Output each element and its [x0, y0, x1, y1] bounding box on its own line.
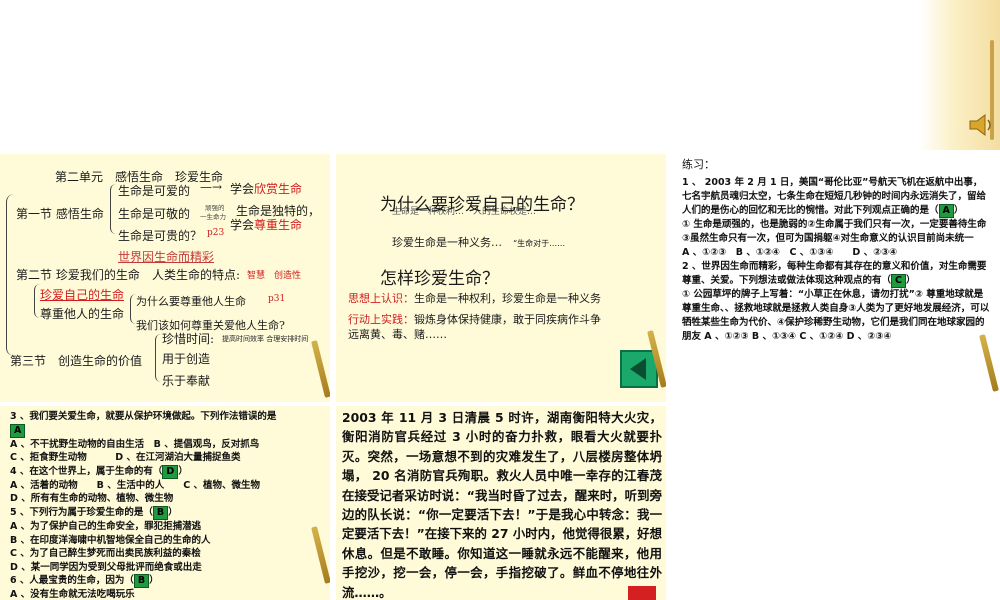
respect-life: 尊重生命 [254, 218, 303, 232]
question-4: 4 、在这个世界上，属于生命的有（ [10, 465, 163, 477]
respect-others-life: 尊重他人的生命 [40, 307, 125, 321]
question-3: 3 、我们要关爱生命，就要从保护环境做起。下列作法错误的是 [10, 411, 277, 422]
life-valuable: 生命是可贵的？ [118, 229, 203, 243]
happy-to-dedicate: 乐于奉献 [162, 374, 211, 388]
slide-exercises-2: 3 、我们要关爱生命，就要从保护环境做起。下列作法错误的是 A A 、不干扰野生… [0, 406, 330, 600]
back-arrow-icon[interactable] [628, 586, 656, 600]
question-1-choices: A 、①②③ B 、①②④ C 、①③④ D 、②③④ [682, 247, 898, 258]
think-text: 生命是一种权利，珍爱生命是一种义务 [414, 292, 601, 305]
appreciate-life: 欣赏生命 [254, 182, 303, 196]
answer-badge-2: C [891, 274, 906, 288]
learn-prefix-1: 学会 [230, 182, 255, 196]
page-ref-p31: p31 [268, 294, 286, 304]
question-why-cherish: 为什么要珍爱自己的生命？ [380, 195, 584, 215]
section-3-title: 第三节 创造生命的价值 [10, 354, 143, 368]
answer-badge-6: B [133, 574, 150, 589]
brace-main [6, 194, 14, 356]
action-label: 行动上实践： [348, 313, 414, 326]
section-2-title: 第二节 珍爱我们的生命 [16, 268, 140, 282]
action-text: 锻炼身体保持健康，敢于同疾病作斗争 [414, 313, 601, 326]
answer-badge-1: A [938, 204, 954, 218]
q1-close: ） [953, 205, 964, 216]
question-5: 5 、下列行为属于珍爱生命的是（ [10, 506, 153, 518]
time-note: 提高时间效率 合理安排时间 [222, 335, 309, 343]
think-label: 思想上认识： [348, 292, 414, 305]
small-note-2: 一生命力 [200, 213, 226, 221]
question-5-a: A 、为了保护自己的生命安全，罪犯拒捕潜逃 [10, 520, 202, 532]
q4-close: ） [178, 465, 188, 477]
page-ref-p23: p23 [207, 228, 225, 238]
answer-badge-5: B [152, 505, 169, 520]
learn-prefix-2: 学会 [230, 218, 255, 232]
question-2-options: ① 公园草坪的牌子上写着：“小草正在休息，请勿打扰”② 尊重地球就是尊重生命、、… [682, 289, 990, 342]
action-text-2: 远离黄、毒、赌…… [348, 328, 447, 341]
top-banner [0, 0, 1000, 150]
pencil-decoration [311, 340, 330, 398]
question-1-options: ① 生命是顽强的，也是脆弱的②生命属于我们只有一次，一定要善待生命③虽然生命只有… [682, 219, 987, 244]
question-4-abc: A 、活着的动物 B 、生活中的人 C 、植物、微生物 [10, 479, 260, 491]
question-5-c: C 、为了自己醉生梦死而出卖民族利益的秦桧 [10, 548, 201, 560]
why-respect-others: 为什么要尊重他人生命 [136, 295, 246, 308]
duty-note: “生命对于…… [513, 239, 566, 248]
question-how-cherish: 怎样珍爱生命？ [380, 269, 499, 289]
exercise-heading: 练习： [682, 158, 715, 171]
world-because-life: 世界因生命而精彩 [118, 250, 215, 264]
section-1-title: 第一节 感悟生命 [16, 207, 104, 221]
cherish-time: 珍惜时间: [162, 332, 215, 346]
question-3-cd: C 、拒食野生动物 D 、在江河湖泊大量捕捉鱼类 [10, 452, 241, 464]
slide-mind-map: 第二单元 感悟生命 珍爱生命 第一节 感悟生命 生命是可爱的 —→ 学会欣赏生命… [0, 154, 330, 402]
q5-close: ） [168, 506, 178, 518]
question-5-d: D 、某一同学因为受到父母批评而绝食或出走 [10, 561, 202, 573]
arrow-1: —→ [200, 180, 223, 194]
story-text: 2003 年 11 月 3 日清晨 5 时许，湖南衡阳特大火灾，衡阳消防官兵经过… [342, 410, 662, 600]
question-6: 6 、人最宝贵的生命，因为（ [10, 575, 134, 587]
question-5-b: B 、在印度洋海啸中机智地保全自己的生命的人 [10, 534, 211, 546]
answer-badge-3: A [10, 423, 26, 438]
question-6-a: A 、没有生命就无法吃喝玩乐 [10, 589, 135, 600]
question-2: 2 、世界因生命而精彩，每种生命都有其存在的意义和价值，对生命需要尊重、关爱。下… [682, 261, 987, 286]
brace-sec1 [110, 184, 116, 234]
question-3-ab: A 、不干扰野生动物的自由生活 B 、提倡观鸟，反对抓鸟 [10, 438, 260, 450]
question-4-d: D 、所有有生命的动物、植物、微生物 [10, 493, 174, 505]
human-traits-label: 人类生命的特点: [152, 268, 241, 282]
brace-sec3 [155, 334, 161, 382]
speaker-icon[interactable] [968, 112, 996, 138]
use-for-creation: 用于创造 [162, 352, 211, 366]
slide-fire-story: 2003 年 11 月 3 日清晨 5 时许，湖南衡阳特大火灾，衡阳消防官兵经过… [336, 406, 666, 600]
duty-text: 珍爱生命是一种义务… [392, 236, 502, 249]
human-traits: 智慧 创造性 [247, 271, 302, 281]
life-lovely: 生命是可爱的 [118, 184, 191, 198]
slide-exercises-1: 练习： 1 、 2003 年 2 月 1 日，美国“哥伦比亚”号航天飞机在返航中… [672, 154, 1000, 402]
life-respectable: 生命是可敬的 [118, 207, 191, 221]
q6-close: ） [149, 575, 159, 587]
blank-slide [672, 406, 1000, 600]
cherish-own-life: 珍爱自己的生命 [40, 288, 125, 302]
q2-close: ） [906, 275, 916, 286]
slide-why-cherish: 生命是一种权利… 人的生命权是… 为什么要珍爱自己的生命？ 珍爱生命是一种义务…… [336, 154, 666, 402]
answer-badge-4: D [162, 464, 179, 479]
